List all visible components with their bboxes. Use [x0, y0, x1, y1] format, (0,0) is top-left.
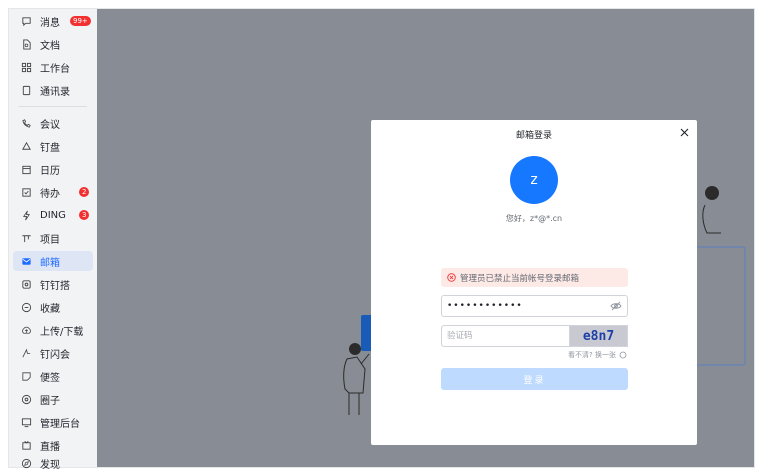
grid-icon: [20, 61, 32, 73]
circle-icon: [20, 393, 32, 405]
password-value: ••••••••••••: [447, 301, 523, 311]
sidebar-item-label: 邮箱: [40, 257, 60, 269]
calendar-icon: [20, 163, 32, 175]
error-alert: 管理员已禁止当前帐号登录邮箱: [441, 268, 628, 287]
sidebar-item-project[interactable]: 项目: [13, 228, 93, 248]
note-icon: [20, 370, 32, 382]
sidebar-item-label: 工作台: [40, 63, 70, 75]
unread-badge: 99+: [70, 16, 91, 26]
sidebar-item-contacts[interactable]: 通讯录: [13, 80, 93, 100]
sidebar-item-mail[interactable]: 邮箱: [13, 251, 93, 271]
sidebar-item-label: 日历: [40, 165, 60, 177]
project-icon: [20, 232, 32, 244]
sidebar-item-live[interactable]: 直播: [13, 435, 93, 455]
sidebar-item-label: 项目: [40, 234, 60, 246]
dialog-title: 邮箱登录: [515, 131, 552, 141]
person-illustration-right: [695, 186, 746, 366]
sidebar-item-drive[interactable]: 钉盘: [13, 136, 93, 156]
sidebar-item-label: 便签: [40, 372, 60, 384]
sidebar: 消息 99+ 文档 工作台 通讯录 会议 钉盘 日历 待办 2 DING 3 项…: [9, 9, 97, 471]
sidebar-item-favorites[interactable]: 收藏: [13, 297, 93, 317]
sidebar-item-label: 待办: [40, 188, 60, 200]
captcha-image[interactable]: e8n7: [570, 325, 628, 347]
refresh-text: 看不清? 换一张: [568, 351, 616, 359]
greeting-text: 您好，z*@*.cn: [505, 214, 563, 223]
login-button[interactable]: 登录: [441, 368, 628, 390]
chat-bubble-icon: [20, 15, 32, 27]
checkbox-icon: [20, 186, 32, 198]
sidebar-divider: [19, 106, 87, 107]
sidebar-item-label: 收藏: [40, 303, 60, 315]
sidebar-item-label: 钉盘: [40, 142, 60, 154]
sidebar-item-workbench[interactable]: 工作台: [13, 57, 93, 77]
sidebar-item-label: DING: [40, 209, 66, 221]
sidebar-item-label: 钉闪会: [40, 349, 70, 361]
builder-icon: [20, 278, 32, 290]
favorite-icon: [20, 301, 32, 313]
sidebar-item-notes[interactable]: 便签: [13, 366, 93, 386]
sidebar-item-label: 发现: [40, 460, 60, 471]
discover-icon: [20, 458, 32, 470]
app-window: 消息 99+ 文档 工作台 通讯录 会议 钉盘 日历 待办 2 DING 3 项…: [8, 8, 755, 471]
error-circle-icon: [447, 273, 456, 282]
eye-off-icon[interactable]: [610, 301, 622, 311]
sidebar-item-circle[interactable]: 圈子: [13, 389, 93, 409]
mail-icon: [20, 255, 32, 267]
lightning-icon: [20, 209, 32, 221]
sidebar-item-label: 通讯录: [40, 86, 70, 98]
sidebar-item-label: 消息: [40, 17, 60, 29]
sidebar-item-label: 文档: [40, 40, 60, 52]
sidebar-item-calendar[interactable]: 日历: [13, 159, 93, 179]
mail-login-dialog: 邮箱登录 z 您好，z*@*.cn 管理员已禁止当前帐号登录邮箱 •••••••…: [371, 120, 697, 445]
sidebar-item-label: 会议: [40, 119, 60, 131]
captcha-input[interactable]: [441, 325, 570, 347]
sidebar-item-flash-meeting[interactable]: 钉闪会: [13, 343, 93, 363]
monitor-icon: [20, 416, 32, 428]
sidebar-item-todo[interactable]: 待办 2: [13, 182, 93, 202]
sidebar-item-label: 钉钉搭: [40, 280, 70, 292]
sidebar-item-transfer[interactable]: 上传/下载: [13, 320, 93, 340]
live-icon: [20, 439, 32, 451]
cloud-drive-icon: [20, 140, 32, 152]
sidebar-item-messages[interactable]: 消息 99+: [13, 11, 93, 31]
sidebar-item-label: 直播: [40, 441, 60, 453]
ding-badge: 3: [79, 210, 90, 220]
sidebar-item-builder[interactable]: 钉钉搭: [13, 274, 93, 294]
flash-icon: [20, 347, 32, 359]
sidebar-item-label: 上传/下载: [40, 326, 84, 338]
sidebar-item-meeting[interactable]: 会议: [13, 113, 93, 133]
sidebar-item-discover[interactable]: 发现: [13, 458, 93, 471]
todo-badge: 2: [79, 187, 90, 197]
sidebar-item-label: 管理后台: [40, 418, 80, 430]
sidebar-item-ding[interactable]: DING 3: [13, 205, 93, 225]
upload-icon: [20, 324, 32, 336]
document-icon: [20, 38, 32, 50]
contacts-icon: [20, 84, 32, 96]
refresh-icon: [619, 351, 627, 359]
alert-text: 管理员已禁止当前帐号登录邮箱: [460, 273, 580, 284]
sidebar-item-label: 圈子: [40, 395, 60, 407]
refresh-captcha-link[interactable]: 看不清? 换一张: [568, 350, 627, 360]
video-icon: [20, 117, 32, 129]
close-icon[interactable]: [678, 126, 690, 138]
sidebar-item-admin[interactable]: 管理后台: [13, 412, 93, 432]
avatar: z: [510, 156, 558, 204]
password-field[interactable]: ••••••••••••: [441, 295, 628, 317]
sidebar-item-docs[interactable]: 文档: [13, 34, 93, 54]
